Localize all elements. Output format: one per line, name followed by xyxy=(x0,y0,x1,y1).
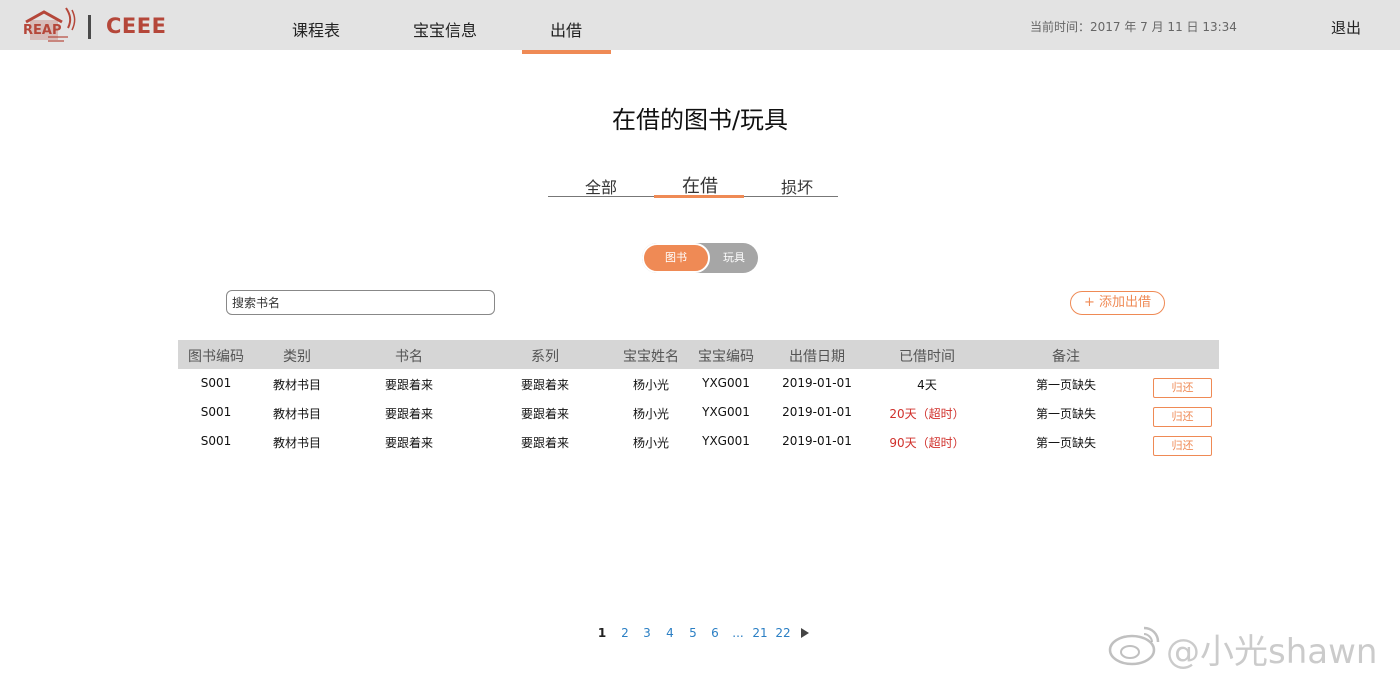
table-row: S001 教材书目 要跟着来 要跟着来 杨小光 YXG001 2019-01-0… xyxy=(178,369,1219,398)
cell-loan-date: 2019-01-01 xyxy=(782,405,852,419)
cell-duration-overdue: 90天（超时） xyxy=(889,436,965,450)
page-link[interactable]: 3 xyxy=(643,626,651,640)
table-row: S001 教材书目 要跟着来 要跟着来 杨小光 YXG001 2019-01-0… xyxy=(178,427,1219,456)
cell-book-code: S001 xyxy=(200,405,232,419)
watermark-text: @小光shawn xyxy=(1166,632,1378,672)
cell-title: 要跟着来 xyxy=(384,378,434,392)
cell-note: 第一页缺失 xyxy=(1035,378,1097,392)
page-link[interactable]: 22 xyxy=(775,626,790,640)
cell-loan-date: 2019-01-01 xyxy=(782,434,852,448)
page-title: 在借的图书/玩具 xyxy=(611,106,789,134)
return-button[interactable]: 归还 xyxy=(1153,378,1212,398)
nav-active-indicator xyxy=(522,50,611,54)
logout-button[interactable]: 退出 xyxy=(1331,17,1361,38)
column-header-title: 书名 xyxy=(395,349,423,365)
cell-baby-code: YXG001 xyxy=(702,405,750,419)
page-link[interactable]: 2 xyxy=(621,626,629,640)
column-header-baby-name: 宝宝姓名 xyxy=(623,349,679,365)
cell-book-code: S001 xyxy=(200,434,232,448)
cell-book-code: S001 xyxy=(200,376,232,390)
type-toggle[interactable]: 玩具 图书 xyxy=(642,243,758,273)
nav-item-baby-info[interactable]: 宝宝信息 xyxy=(413,17,477,41)
cell-baby-name: 杨小光 xyxy=(632,407,670,421)
cell-duration: 4天 xyxy=(917,378,937,392)
cell-category: 教材书目 xyxy=(272,378,322,392)
cell-baby-code: YXG001 xyxy=(702,376,750,390)
page-ellipsis: ... xyxy=(732,626,744,640)
table-row: S001 教材书目 要跟着来 要跟着来 杨小光 YXG001 2019-01-0… xyxy=(178,398,1219,427)
watermark: @小光shawn xyxy=(1108,622,1393,672)
add-loan-button[interactable]: + 添加出借 xyxy=(1070,291,1165,315)
cell-title: 要跟着来 xyxy=(384,407,434,421)
cell-baby-name: 杨小光 xyxy=(632,436,670,450)
cell-baby-name: 杨小光 xyxy=(632,378,670,392)
return-button[interactable]: 归还 xyxy=(1153,407,1212,427)
page-link[interactable]: 4 xyxy=(666,626,674,640)
tab-active-indicator xyxy=(654,195,744,198)
column-header-baby-code: 宝宝编码 xyxy=(698,349,754,365)
return-button[interactable]: 归还 xyxy=(1153,436,1212,456)
cell-series: 要跟着来 xyxy=(520,407,570,421)
cell-title: 要跟着来 xyxy=(384,436,434,450)
cell-note: 第一页缺失 xyxy=(1035,407,1097,421)
cell-baby-code: YXG001 xyxy=(702,434,750,448)
column-header-book-code: 图书编码 xyxy=(188,349,244,365)
brand-name: CEEE xyxy=(106,14,167,38)
logo-divider xyxy=(88,15,91,39)
nav-item-schedule[interactable]: 课程表 xyxy=(292,17,340,41)
current-time: 当前时间：2017 年 7 月 11 日 13:34 xyxy=(1030,20,1237,34)
cell-category: 教材书目 xyxy=(272,407,322,421)
column-header-note: 备注 xyxy=(1052,349,1080,365)
top-header: REAP CEEE 课程表 宝宝信息 出借 当前时间：2017 年 7 月 11… xyxy=(0,0,1400,50)
column-header-category: 类别 xyxy=(283,349,311,365)
logo-text: REAP xyxy=(23,23,61,38)
page-link[interactable]: 5 xyxy=(689,626,697,640)
book-search-input[interactable] xyxy=(226,290,495,315)
toggle-toys[interactable]: 玩具 xyxy=(710,243,758,273)
cell-note: 第一页缺失 xyxy=(1035,436,1097,450)
page-link[interactable]: 6 xyxy=(711,626,719,640)
toggle-books[interactable]: 图书 xyxy=(642,243,710,273)
tab-all[interactable]: 全部 xyxy=(585,174,617,198)
cell-category: 教材书目 xyxy=(272,436,322,450)
column-header-series: 系列 xyxy=(531,349,559,365)
next-page-icon[interactable] xyxy=(801,628,809,638)
cell-loan-date: 2019-01-01 xyxy=(782,376,852,390)
weibo-icon xyxy=(1108,626,1160,666)
cell-duration-overdue: 20天（超时） xyxy=(889,407,965,421)
nav-item-lending[interactable]: 出借 xyxy=(550,17,582,41)
table-header: 图书编码 类别 书名 系列 宝宝姓名 宝宝编码 出借日期 已借时间 备注 xyxy=(178,340,1219,369)
cell-series: 要跟着来 xyxy=(520,378,570,392)
reap-logo-icon: REAP xyxy=(23,7,76,42)
page-link-current[interactable]: 1 xyxy=(598,626,606,640)
tab-damaged[interactable]: 损坏 xyxy=(781,174,813,198)
cell-series: 要跟着来 xyxy=(520,436,570,450)
page-link[interactable]: 21 xyxy=(752,626,767,640)
column-header-loan-date: 出借日期 xyxy=(789,349,845,365)
column-header-duration: 已借时间 xyxy=(899,349,955,365)
